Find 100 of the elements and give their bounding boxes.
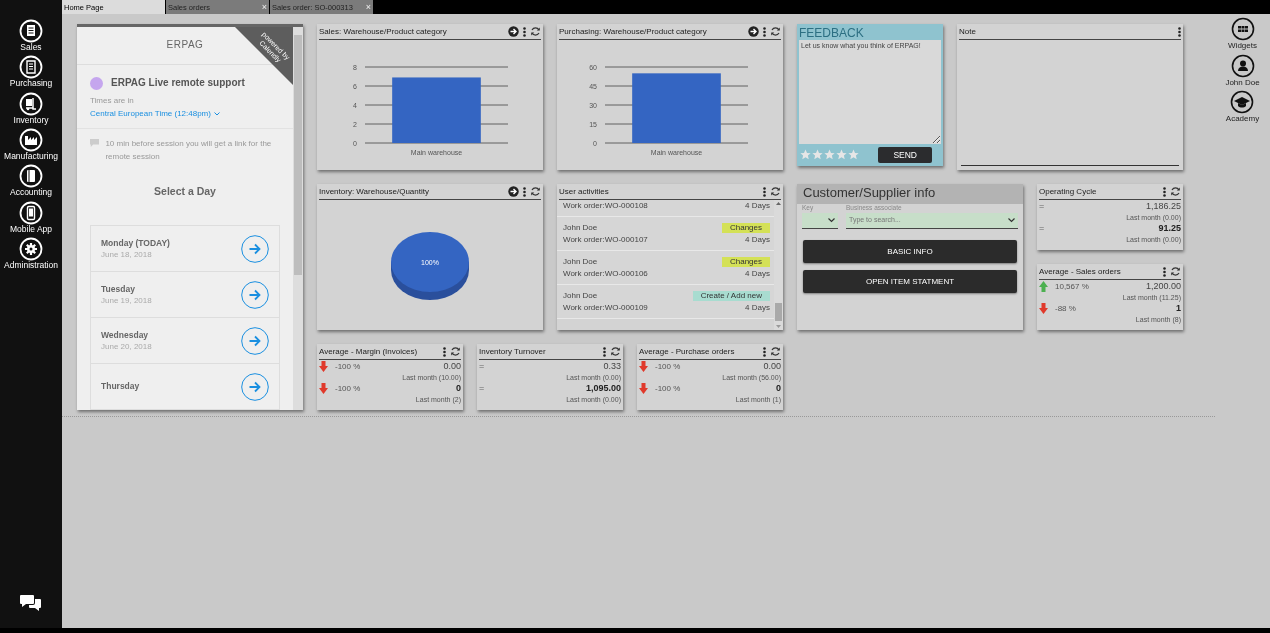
- nav-item[interactable]: Purchasing: [9, 55, 53, 89]
- chat-icon: [19, 592, 43, 612]
- arrow-button[interactable]: [241, 234, 269, 263]
- scrollbar[interactable]: [293, 27, 303, 410]
- menu-icon[interactable]: [763, 186, 766, 197]
- star-icon[interactable]: [800, 149, 811, 161]
- menu-icon[interactable]: [1163, 266, 1166, 277]
- chat-button[interactable]: [19, 592, 43, 612]
- age-label: 4 Days: [745, 303, 770, 313]
- user-name: John Doe: [563, 291, 598, 301]
- widget-title: Operating Cycle: [1039, 186, 1098, 197]
- user-name: John Doe: [563, 257, 598, 267]
- section-heading: Select a Day: [153, 185, 217, 198]
- refresh-icon[interactable]: [610, 346, 621, 357]
- forklift-icon: [19, 91, 43, 116]
- nav-item[interactable]: Mobile App: [9, 200, 53, 235]
- arrow-circle-icon[interactable]: [508, 186, 519, 197]
- activity-tag: Changes: [721, 257, 770, 267]
- arrow-circle-icon[interactable]: [748, 26, 759, 37]
- action-button[interactable]: BASIC INFO: [803, 240, 1017, 263]
- menu-icon[interactable]: [1178, 26, 1181, 37]
- arrow-right-icon: [241, 372, 269, 401]
- user-icon: [1230, 53, 1255, 78]
- refresh-icon[interactable]: [1170, 266, 1181, 277]
- scroll-thumb[interactable]: [294, 35, 302, 275]
- refresh-icon[interactable]: [770, 186, 781, 197]
- document-icon: [19, 19, 43, 43]
- day-name: Tuesday: [101, 283, 136, 294]
- day-option[interactable]: Thursday: [91, 364, 279, 410]
- menu-icon[interactable]: [523, 26, 526, 37]
- scroll-up-icon[interactable]: [776, 202, 781, 205]
- kpi-value: 1,186.25: [1145, 201, 1181, 212]
- speech-bubble-icon: [90, 137, 100, 148]
- nav-item[interactable]: Sales: [19, 19, 43, 53]
- sidebar-item[interactable]: John Doe: [1225, 53, 1260, 88]
- menu-icon[interactable]: [763, 346, 766, 357]
- widget-title: Inventory: Warehouse/Quantity: [319, 186, 430, 197]
- scroll-icon: [19, 55, 43, 80]
- grid-icon: [1230, 17, 1255, 41]
- star-rating[interactable]: [800, 149, 859, 161]
- sidebar-item[interactable]: Widgets: [1228, 17, 1257, 51]
- age-label: 4 Days: [745, 201, 770, 211]
- nav-item[interactable]: Manufacturing: [4, 128, 58, 162]
- key-dropdown[interactable]: [802, 213, 838, 229]
- arrow-button[interactable]: [241, 372, 269, 401]
- refresh-icon[interactable]: [770, 346, 781, 357]
- user-name: John Doe: [563, 223, 598, 233]
- refresh-icon[interactable]: [450, 346, 461, 357]
- refresh-icon[interactable]: [530, 186, 541, 197]
- work-order-label: Work order:WO-000106: [563, 269, 648, 279]
- percent-change: -100 %: [655, 361, 682, 372]
- send-button[interactable]: SEND: [878, 146, 932, 163]
- chevron-down-icon: [1008, 218, 1015, 223]
- day-name: Monday (TODAY): [101, 237, 170, 248]
- widget-title: Customer/Supplier info: [797, 184, 1023, 204]
- equals-sign: =: [1039, 223, 1046, 234]
- refresh-icon[interactable]: [530, 26, 541, 37]
- menu-icon[interactable]: [1163, 186, 1166, 197]
- nav-item[interactable]: Administration: [4, 237, 58, 271]
- menu-icon[interactable]: [523, 186, 526, 197]
- widget-title: Sales: Warehouse/Product category: [319, 26, 448, 37]
- arrow-button[interactable]: [241, 280, 269, 309]
- arrow-down-icon: [319, 361, 328, 372]
- action-button[interactable]: OPEN ITEM STATMENT: [803, 270, 1017, 293]
- widget-title: Inventory Turnover: [479, 346, 547, 357]
- graduation-cap-icon: [1230, 90, 1255, 115]
- refresh-icon[interactable]: [770, 26, 781, 37]
- scroll-thumb[interactable]: [775, 303, 782, 321]
- widget-title: User activities: [559, 186, 610, 197]
- widget-title: Purchasing: Warehouse/Product category: [559, 26, 708, 37]
- menu-icon[interactable]: [603, 346, 606, 357]
- star-icon[interactable]: [848, 149, 859, 161]
- arrow-button[interactable]: [241, 326, 269, 355]
- kpi-value: 0: [456, 383, 461, 394]
- widget-title: Average - Margin (Invoices): [319, 346, 419, 357]
- nav-item[interactable]: Inventory: [13, 91, 49, 126]
- event-title: ERPAG Live remote support: [111, 77, 245, 90]
- menu-icon[interactable]: [763, 26, 766, 37]
- star-icon[interactable]: [812, 149, 823, 161]
- refresh-icon[interactable]: [1170, 186, 1181, 197]
- kpi-value: 1: [1176, 303, 1181, 314]
- star-icon[interactable]: [836, 149, 847, 161]
- star-icon[interactable]: [824, 149, 835, 161]
- menu-icon[interactable]: [443, 346, 446, 357]
- arrow-circle-icon[interactable]: [508, 26, 519, 37]
- scrollbar[interactable]: [774, 200, 783, 330]
- arrow-right-icon: [241, 280, 269, 309]
- arrow-down-icon: [639, 361, 648, 372]
- work-order-label: Work order:WO-000108: [563, 201, 648, 211]
- percent-change: -100 %: [335, 361, 362, 372]
- equals-sign: =: [479, 383, 486, 394]
- percent-change: -100 %: [655, 383, 682, 394]
- close-button[interactable]: ×: [365, 1, 371, 13]
- kpi-value: 1,200.00: [1145, 281, 1181, 292]
- close-button[interactable]: ×: [261, 1, 267, 13]
- activity-tag: Create / Add new: [692, 291, 770, 301]
- sidebar-item[interactable]: Academy: [1225, 90, 1260, 124]
- arrow-down-icon: [639, 383, 648, 394]
- nav-item[interactable]: Accounting: [9, 164, 53, 198]
- gear-icon: [19, 237, 43, 262]
